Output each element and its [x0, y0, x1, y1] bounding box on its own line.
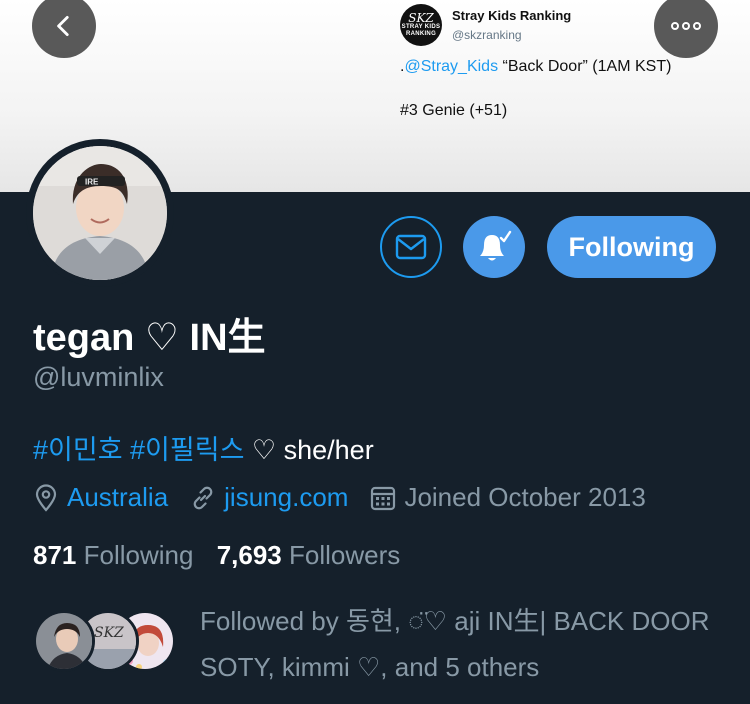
more-horizontal-icon — [670, 22, 703, 30]
chevron-left-icon — [57, 15, 69, 37]
followers-label: Followers — [289, 540, 401, 570]
calendar-icon — [371, 486, 396, 510]
tweet-logo-line2: RANKING — [405, 31, 437, 37]
website-link[interactable]: jisung.com — [224, 482, 348, 513]
tweet-text: .@Stray_Kids “Back Door” (1AM KST) — [400, 58, 671, 76]
following-count: 871 — [33, 540, 77, 570]
message-button[interactable] — [380, 216, 442, 278]
bio: #이민호 #이필릭스 ♡ she/her — [33, 428, 374, 467]
tweet-author-avatar: SKZ STRAY KIDS RANKING — [400, 4, 442, 46]
tweet-logo-line1: STRAY KIDS — [401, 24, 441, 30]
tweet-mention: @Stray_Kids — [404, 58, 499, 75]
location-pin-icon — [35, 483, 57, 512]
bio-text: ♡ she/her — [244, 435, 374, 465]
tweet-logo-top: SKZ — [408, 11, 434, 25]
mail-icon — [395, 234, 427, 260]
bell-check-icon — [480, 230, 512, 261]
tweet-author-handle: @skzranking — [452, 28, 522, 42]
profile-meta: Australia jisung.com Joined October 2013 — [33, 482, 668, 513]
website-item[interactable]: jisung.com — [190, 482, 348, 513]
notifications-button[interactable] — [463, 216, 525, 278]
tweet-text-rest: “Back Door” (1AM KST) — [498, 58, 672, 75]
joined-date: Joined October 2013 — [404, 482, 646, 512]
following-button[interactable]: Following — [547, 216, 716, 278]
follower-badge-text: SKZ — [94, 625, 124, 641]
profile-avatar: IRE — [33, 146, 167, 280]
svg-text:IRE: IRE — [85, 178, 99, 187]
profile-avatar-frame[interactable]: IRE — [26, 139, 174, 287]
tweet-text-line2: #3 Genie (+51) — [400, 102, 508, 119]
location-item: Australia — [33, 482, 168, 513]
follower-avatar-1[interactable] — [33, 610, 95, 672]
user-handle: @luvminlix — [33, 362, 164, 392]
bio-hashtags[interactable]: #이민호 #이필릭스 — [33, 435, 244, 465]
following-label: Following — [83, 540, 194, 570]
link-icon — [193, 486, 213, 509]
display-name: tegan ♡ IN生 — [33, 317, 266, 359]
tweet-author-name: Stray Kids Ranking — [452, 8, 572, 23]
followed-by-text[interactable]: Followed by 동현, ◌̈♡ aji IN生| BACK DOOR S… — [200, 598, 730, 690]
following-stat[interactable]: 871 Following — [33, 540, 193, 570]
joined-item: Joined October 2013 — [370, 482, 646, 513]
location-text: Australia — [67, 482, 169, 512]
followers-stat[interactable]: 7,693 Followers — [217, 540, 401, 570]
followers-count: 7,693 — [216, 540, 282, 570]
follow-counts: 871 Following 7,693 Followers — [33, 540, 400, 571]
